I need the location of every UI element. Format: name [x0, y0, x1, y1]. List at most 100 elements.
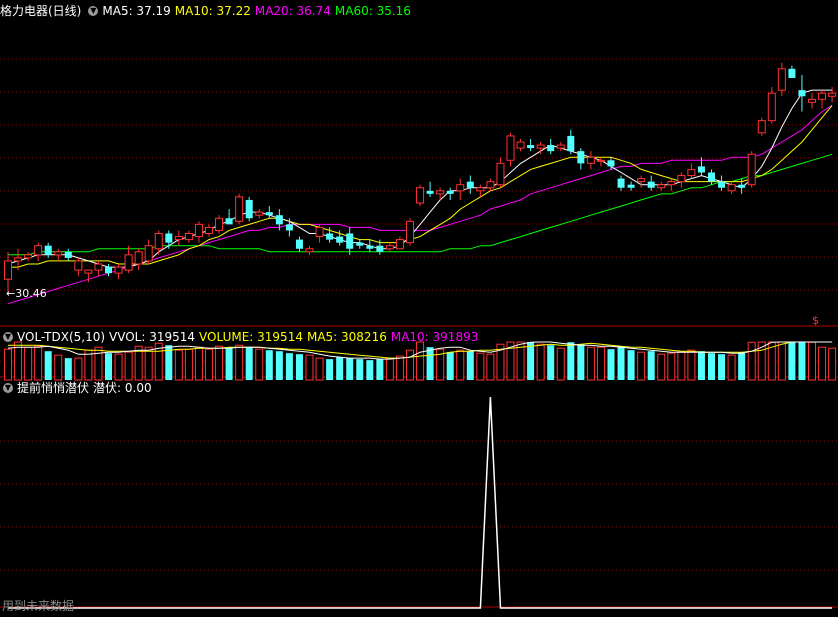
chevron-down-icon[interactable]: ▼ [3, 331, 13, 342]
candle-body [697, 166, 705, 173]
volume-bar [547, 345, 555, 380]
candle-body [385, 245, 394, 250]
signal-legend-item: 潜伏: 0.00 [93, 381, 152, 395]
volume-bar [275, 351, 283, 380]
volume-bar [215, 345, 224, 381]
candle-body [54, 251, 63, 256]
candle-body [326, 233, 334, 240]
candle-body [194, 223, 203, 238]
volume-bar [788, 342, 796, 380]
candle-body [527, 145, 535, 149]
volume-bar [336, 357, 344, 380]
volume-bar [346, 358, 354, 380]
volume-bar [426, 347, 434, 380]
candle-body [144, 245, 153, 262]
volume-bar [607, 349, 615, 380]
candle-body [738, 184, 746, 188]
candle-body [14, 257, 23, 262]
candle-body [567, 135, 575, 152]
signal-panel-title: 提前悄悄潜伏 [17, 381, 90, 395]
candle-body [798, 90, 806, 97]
candle-body [94, 263, 103, 271]
volume-bar [305, 354, 314, 381]
candle-body [225, 218, 233, 225]
volume-panel-title: VOL-TDX(5,10) [17, 330, 106, 344]
candle-body [245, 199, 253, 219]
volume-bar [536, 343, 545, 381]
volume-bar [326, 359, 334, 380]
volume-bar [24, 346, 33, 381]
candle-body [708, 172, 715, 182]
signal-panel-header: ▼ 提前悄悄潜伏 潜伏: 0.00 [0, 380, 160, 396]
volume-bar [627, 350, 635, 380]
volume-panel-header: ▼ VOL-TDX(5,10) VVOL: 319514 VOLUME: 319514… [0, 329, 486, 345]
price-panel-title: 格力电器(日线) [0, 4, 82, 18]
candle-body [114, 266, 123, 274]
volume-bar [255, 348, 264, 381]
chevron-down-icon[interactable]: ▼ [88, 5, 99, 16]
volume-bar [657, 353, 666, 381]
candle-body [205, 226, 213, 234]
volume-bar [235, 344, 244, 381]
candle-body [718, 181, 726, 188]
volume-bar [105, 353, 112, 380]
volume-bar [416, 341, 425, 381]
volume-bar [747, 341, 756, 381]
volume-bar [144, 346, 153, 381]
candle-body [346, 233, 354, 249]
candle-body [24, 254, 33, 259]
dollar-icon: $ [812, 314, 819, 327]
candle-body [285, 224, 293, 231]
future-data-note: 用到未来数据 [2, 599, 75, 613]
candle-body [84, 269, 93, 274]
volume-bar [798, 342, 806, 380]
candle-body [788, 68, 796, 78]
volume-bar [687, 349, 696, 381]
candle-body [376, 245, 384, 252]
volume-bar [586, 346, 595, 381]
volume-bar [637, 351, 646, 381]
volume-bar [225, 347, 233, 380]
volume-bar [577, 344, 585, 380]
candle-body [406, 220, 414, 244]
volume-bar [406, 349, 414, 381]
candle-body [747, 153, 756, 186]
candle-body [757, 120, 766, 134]
volume-bar [667, 352, 676, 381]
candle-body [215, 217, 224, 231]
candle-body [476, 187, 485, 192]
candle-body [4, 260, 12, 280]
candle-body [436, 190, 445, 195]
volume-bar [818, 346, 827, 381]
candle-body [184, 233, 193, 241]
candle-body [275, 215, 283, 225]
candle-body [586, 156, 595, 164]
candle-body [295, 239, 303, 249]
volume-bar [476, 352, 485, 381]
volume-bar [205, 348, 213, 381]
volume-bar [356, 359, 364, 380]
candle-body [667, 181, 676, 186]
volume-bar [456, 349, 465, 381]
candle-body [828, 92, 837, 97]
candle-body [315, 226, 324, 238]
candle-body [124, 254, 133, 271]
candle-body [818, 92, 827, 100]
candle-body [395, 239, 404, 250]
candle-body [416, 187, 425, 204]
volume-bar [617, 346, 625, 380]
candle-body [496, 162, 505, 186]
candle-body [426, 190, 434, 194]
volume-legend-item: MA10: 391893 [390, 330, 479, 344]
volume-bar [527, 342, 535, 380]
volume-bar [647, 351, 655, 380]
volume-bar [828, 347, 837, 381]
candle-body [727, 184, 736, 192]
volume-legend-item: MA5: 308216 [306, 330, 387, 344]
candle-body [466, 181, 474, 188]
chevron-down-icon[interactable]: ▼ [3, 382, 13, 393]
low-price-marker: ←30.46 [6, 287, 47, 300]
candle-body [366, 245, 374, 249]
candle-body [154, 233, 163, 250]
candle-body [657, 184, 666, 189]
